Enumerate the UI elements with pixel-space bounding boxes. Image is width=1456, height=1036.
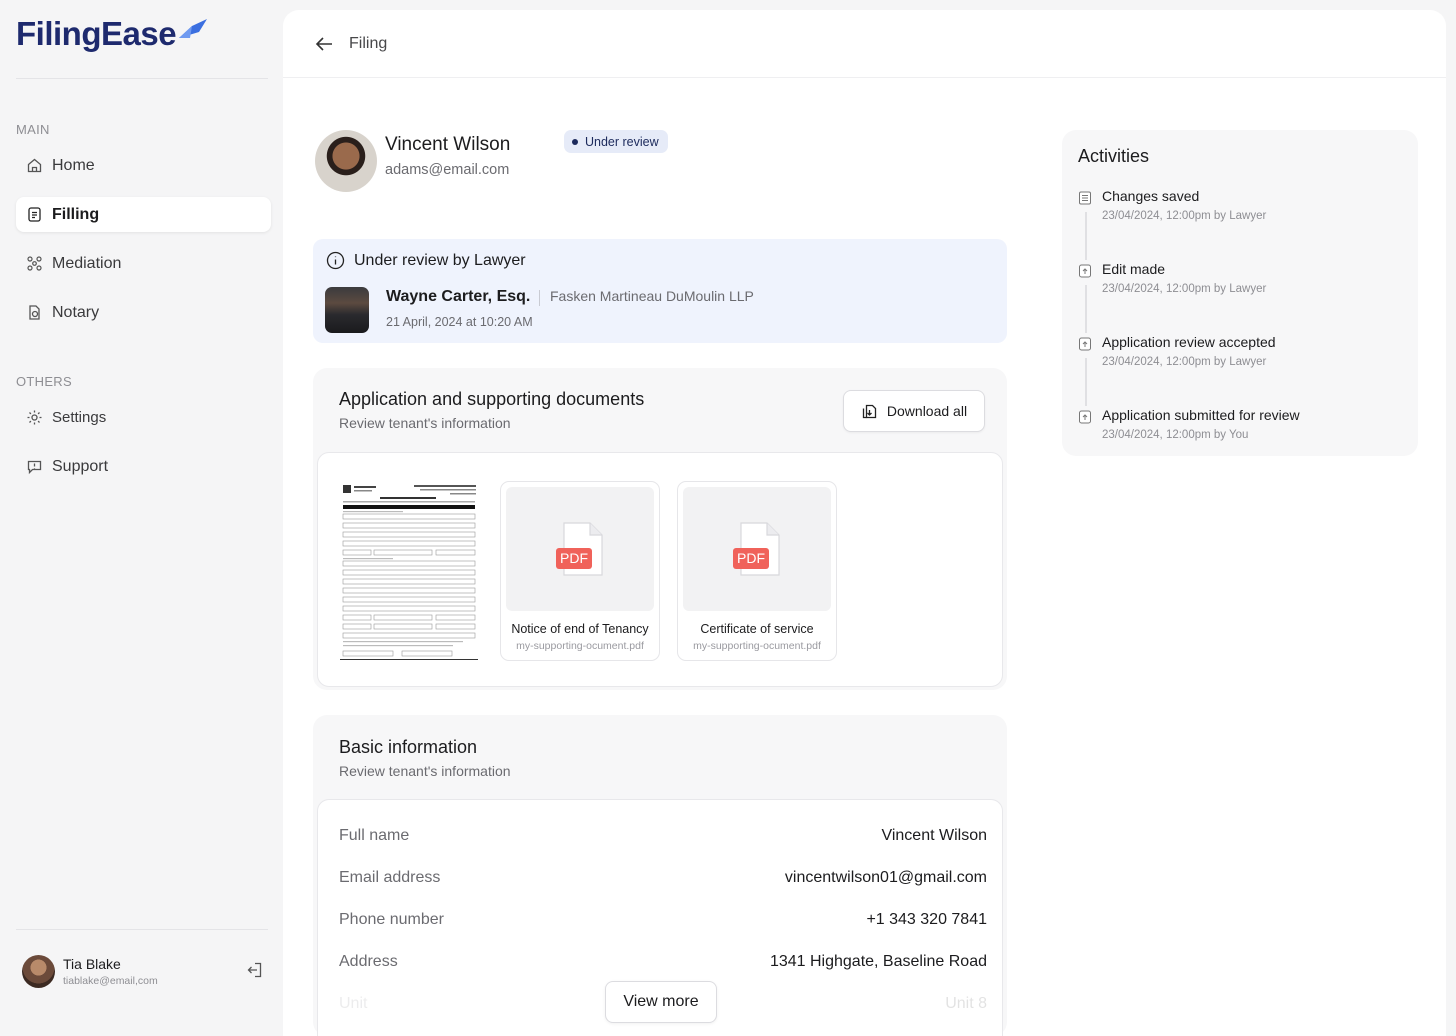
activity-meta: 23/04/2024, 12:00pm by Lawyer: [1102, 356, 1267, 368]
upload-icon: [1078, 264, 1092, 278]
document-icon: [26, 206, 43, 223]
download-icon: [861, 403, 878, 420]
section-others-label: OTHERS: [16, 374, 72, 389]
activity-title: Edit made: [1102, 261, 1166, 277]
document-thumbnail: PDF: [506, 487, 654, 611]
sidebar-item-label: Support: [52, 457, 109, 475]
user-profile[interactable]: Tia Blake tiablake@email,com: [22, 953, 268, 989]
sidebar-item-home[interactable]: Home: [16, 148, 271, 183]
mediation-icon: [26, 255, 43, 272]
status-badge: Under review: [564, 130, 668, 153]
view-more-button[interactable]: View more: [605, 981, 717, 1023]
activity-title: Application submitted for review: [1102, 407, 1300, 423]
topbar: Filing: [283, 10, 1446, 78]
upload-icon: [1078, 410, 1092, 424]
svg-text:PDF: PDF: [560, 550, 588, 566]
activity-title: Changes saved: [1102, 188, 1200, 204]
section-main-label: MAIN: [16, 122, 50, 137]
section-subtitle: Review tenant's information: [339, 763, 511, 779]
document-filename: my-supporting-ocument.pdf: [693, 640, 821, 652]
activity-meta: 23/04/2024, 12:00pm by You: [1102, 429, 1249, 441]
user-email: tiablake@email,com: [63, 974, 158, 987]
sidebar-item-label: Home: [52, 156, 95, 174]
document-name: Certificate of service: [700, 622, 814, 636]
section-title: Application and supporting documents: [339, 389, 645, 409]
main-panel: Filing Vincent Wilson adams@email.com Un…: [283, 10, 1446, 1036]
sidebar-item-settings[interactable]: Settings: [16, 400, 271, 435]
review-heading: Under review by Lawyer: [354, 251, 526, 269]
basic-info-section: Basic information Review tenant's inform…: [313, 715, 1007, 1036]
sidebar-item-label: Notary: [52, 303, 100, 321]
sidebar-item-label: Filling: [52, 205, 100, 223]
sidebar: FilingEase MAIN Home Filling Mediation N…: [0, 0, 283, 1036]
timeline-line: [1085, 285, 1087, 333]
tenant-name: Vincent Wilson: [385, 134, 511, 155]
document-filename: my-supporting-ocument.pdf: [516, 640, 644, 652]
document-form-preview[interactable]: [340, 481, 478, 661]
home-icon: [26, 157, 43, 174]
lawyer-name: Wayne Carter, Esq.: [386, 288, 531, 305]
page-title: Filing: [349, 34, 388, 52]
avatar: [22, 954, 55, 988]
upload-icon: [1078, 337, 1092, 351]
logo[interactable]: FilingEase: [16, 14, 208, 54]
svg-text:PDF: PDF: [737, 550, 765, 566]
logo-text: FilingEase: [16, 15, 177, 52]
sidebar-item-filling[interactable]: Filling: [16, 197, 271, 232]
document-card[interactable]: PDF Certificate of service my-supporting…: [677, 481, 837, 661]
tenant-email: adams@email.com: [385, 162, 510, 178]
pdf-file-icon: PDF: [556, 522, 603, 576]
list-icon: [1078, 191, 1092, 205]
divider: [539, 290, 540, 306]
logout-icon[interactable]: [246, 961, 264, 979]
basic-info-list: Full name Vincent Wilson Email address v…: [317, 799, 1003, 1036]
activities-title: Activities: [1078, 146, 1150, 166]
download-all-button[interactable]: Download all: [843, 390, 985, 432]
sidebar-item-label: Settings: [52, 409, 107, 426]
tenant-profile: Vincent Wilson adams@email.com Under rev…: [315, 130, 668, 192]
activity-meta: 23/04/2024, 12:00pm by Lawyer: [1102, 210, 1267, 222]
timeline-line: [1085, 212, 1087, 260]
documents-section: Application and supporting documents Rev…: [313, 368, 1007, 690]
pdf-file-icon: PDF: [733, 522, 780, 576]
status-dot: [572, 138, 578, 145]
section-title: Basic information: [339, 737, 478, 757]
support-icon: [26, 458, 43, 475]
info-row-phone: Phone number +1 343 320 7841: [339, 911, 987, 928]
documents-list: PDF Notice of end of Tenancy my-supporti…: [317, 452, 1003, 687]
timeline-line: [1085, 358, 1087, 406]
divider: [16, 929, 268, 930]
section-subtitle: Review tenant's information: [339, 415, 511, 431]
lawyer-firm: Fasken Martineau DuMoulin LLP: [550, 288, 754, 304]
divider: [16, 78, 268, 79]
review-date: 21 April, 2024 at 10:20 AM: [386, 315, 533, 329]
document-card[interactable]: PDF Notice of end of Tenancy my-supporti…: [500, 481, 660, 661]
activity-meta: 23/04/2024, 12:00pm by Lawyer: [1102, 283, 1267, 295]
document-thumbnail: PDF: [683, 487, 831, 611]
sidebar-item-support[interactable]: Support: [16, 449, 271, 484]
activity-title: Application review accepted: [1102, 334, 1276, 350]
sidebar-item-label: Mediation: [52, 254, 122, 272]
notary-icon: [26, 304, 43, 321]
sidebar-item-mediation[interactable]: Mediation: [16, 246, 271, 281]
review-card: Under review by Lawyer Wayne Carter, Esq…: [313, 239, 1007, 343]
back-arrow-icon[interactable]: [313, 33, 335, 55]
gear-icon: [26, 409, 43, 426]
avatar: [315, 130, 377, 192]
info-icon: [326, 251, 345, 270]
info-row-email: Email address vincentwilson01@gmail.com: [339, 869, 987, 886]
document-name: Notice of end of Tenancy: [511, 622, 649, 636]
lawyer-avatar: [325, 287, 369, 333]
sidebar-item-notary[interactable]: Notary: [16, 295, 271, 330]
user-name: Tia Blake: [63, 955, 121, 972]
activities-panel: Activities Changes saved 23/04/2024, 12:…: [1062, 130, 1418, 456]
info-row-full-name: Full name Vincent Wilson: [339, 827, 987, 844]
logo-bird-icon: [179, 19, 208, 38]
info-row-address: Address 1341 Highgate, Baseline Road: [339, 953, 987, 970]
